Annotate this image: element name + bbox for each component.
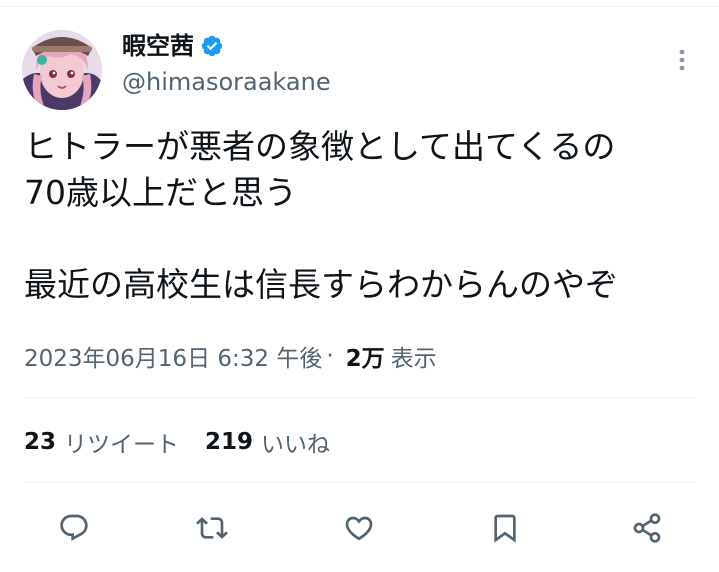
tweet-text-line — [24, 216, 696, 262]
author-name-row: 暇空茜 — [122, 30, 224, 62]
author-handle[interactable]: @himasoraakane — [122, 66, 331, 98]
share-icon — [633, 513, 661, 543]
divider — [24, 397, 695, 398]
divider — [24, 482, 695, 483]
views-count: 2万 — [345, 346, 385, 372]
display-name[interactable]: 暇空茜 — [122, 30, 194, 62]
top-divider — [0, 0, 719, 7]
action-bar — [0, 502, 719, 554]
meta-separator: · — [326, 343, 334, 369]
timestamp[interactable]: 2023年06月16日 6:32 午後 — [24, 339, 322, 373]
retweets-count: 23 — [24, 429, 57, 455]
tweet-stats: 23 リツイート 219 いいね — [24, 422, 330, 462]
bookmark-button[interactable] — [479, 502, 531, 554]
tweet-text-line: 70歳以上だと思う — [24, 173, 297, 212]
reply-icon — [60, 514, 88, 541]
tweet-text-line: 最近の高校生は信長すらわからんのやぞ — [24, 265, 618, 304]
retweets-stat[interactable]: 23 リツイート — [24, 425, 179, 459]
likes-stat[interactable]: 219 いいね — [205, 425, 330, 459]
more-options-icon[interactable] — [670, 44, 694, 76]
reply-button[interactable] — [48, 502, 100, 554]
tweet-text-line: ヒトラーが悪者の象徴として出てくるの — [24, 127, 616, 166]
bookmark-icon — [494, 514, 516, 543]
verified-badge-icon[interactable] — [200, 34, 224, 58]
views-label: 表示 — [390, 346, 437, 372]
retweets-label: リツイート — [64, 432, 180, 458]
like-icon — [345, 516, 373, 541]
share-button[interactable] — [621, 502, 673, 554]
retweet-icon — [196, 517, 228, 539]
tweet-meta: 2023年06月16日 6:32 午後 · 2万 表示 — [24, 336, 437, 376]
likes-count: 219 — [205, 429, 254, 455]
like-button[interactable] — [333, 502, 385, 554]
tweet-text: ヒトラーが悪者の象徴として出てくるの 70歳以上だと思う 最近の高校生は信長すら… — [24, 124, 696, 308]
likes-label: いいね — [261, 432, 331, 458]
avatar[interactable] — [22, 30, 102, 110]
retweet-button[interactable] — [186, 502, 238, 554]
avatar-anime-girl-icon — [22, 30, 102, 110]
